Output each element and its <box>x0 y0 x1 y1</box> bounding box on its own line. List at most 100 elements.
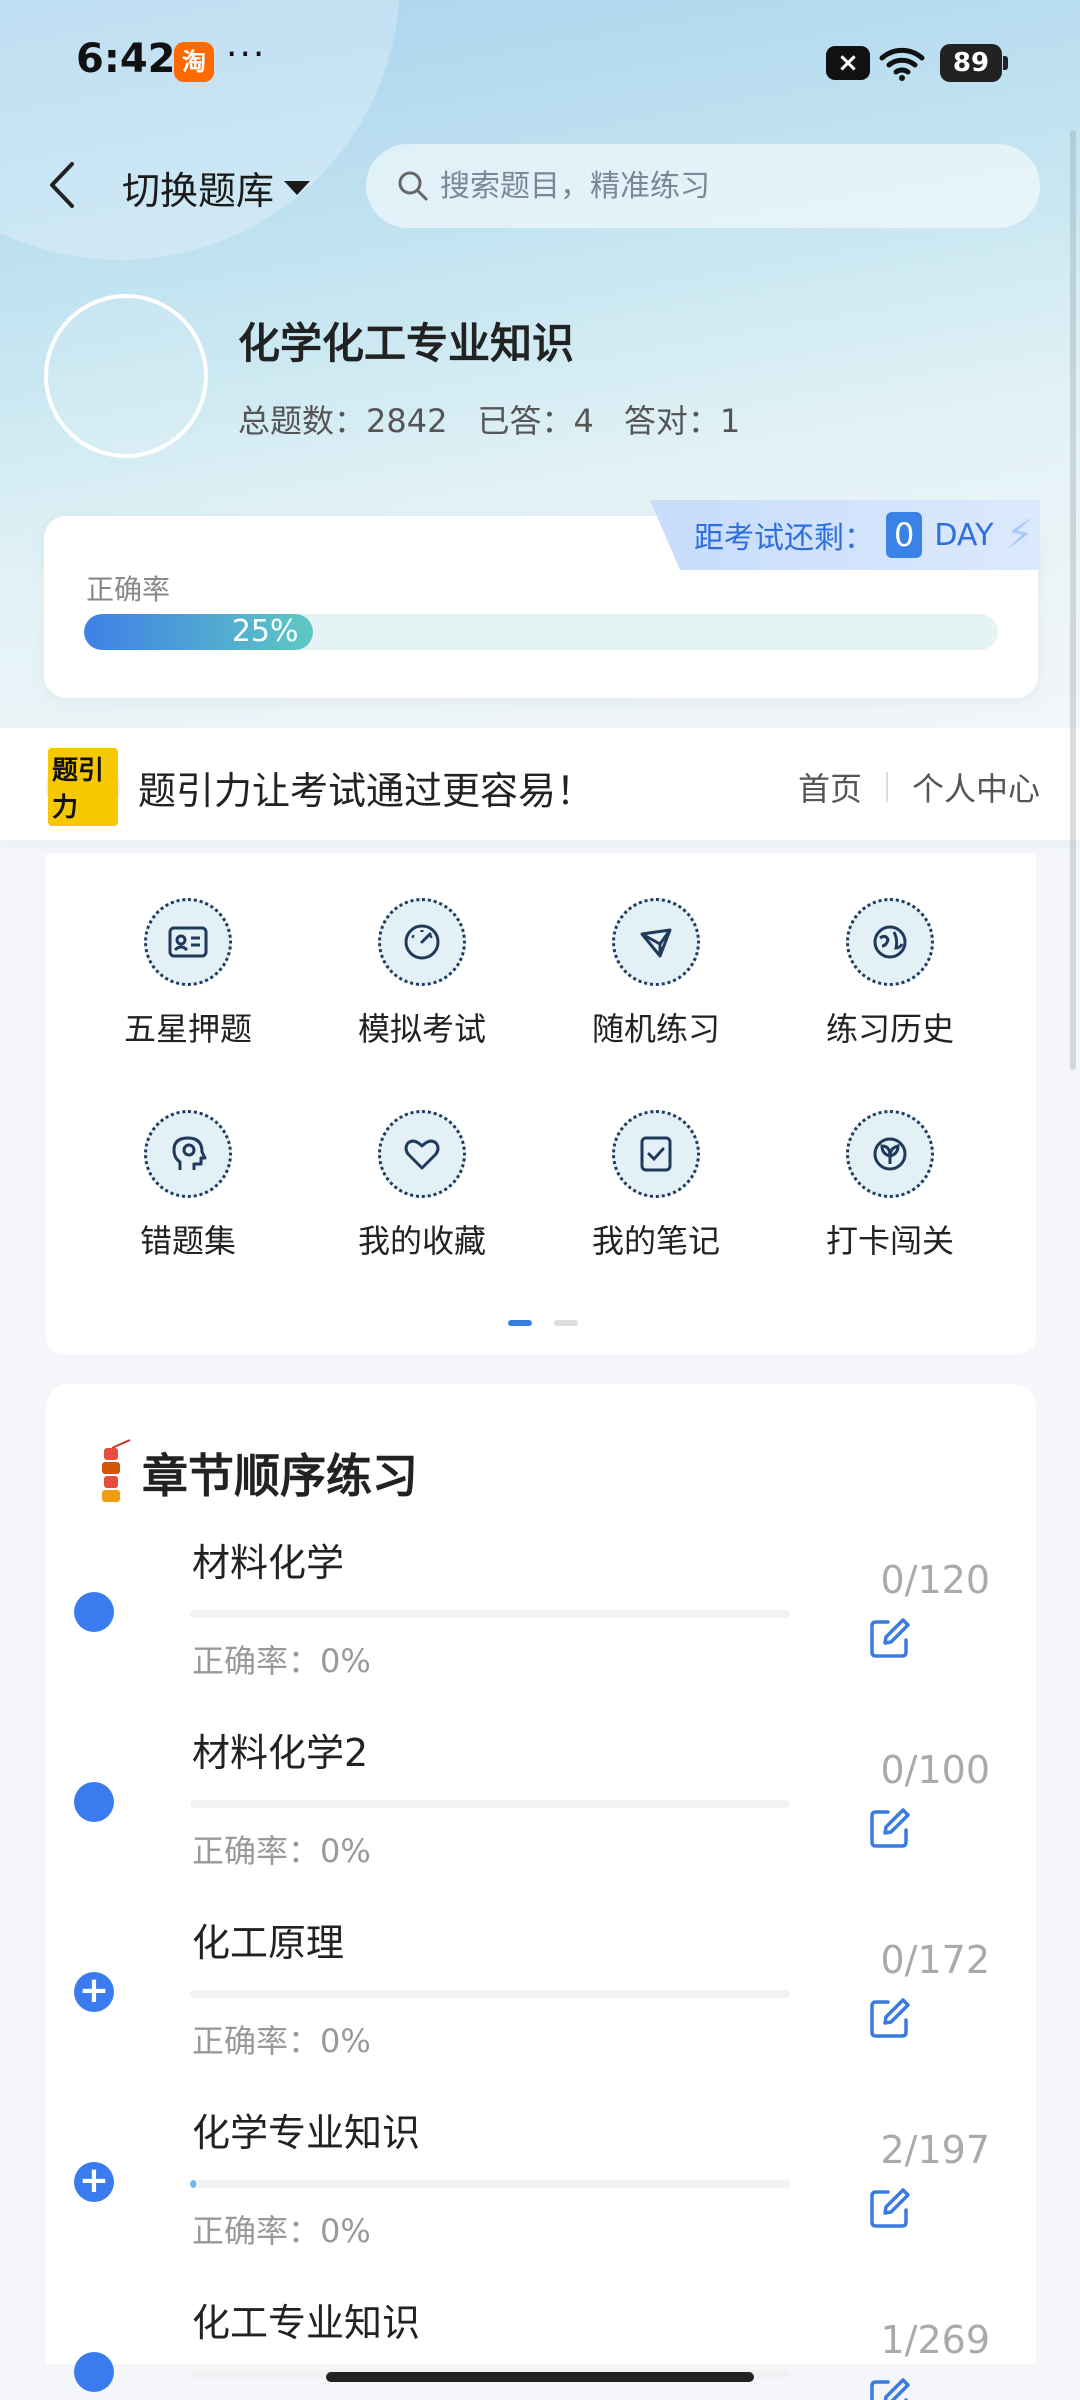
chapter-progress-fill <box>190 2180 196 2188</box>
switch-bank-dropdown[interactable]: 切换题库 <box>122 160 311 215</box>
menu-item[interactable]: 五星押题 <box>78 898 298 1050</box>
chapter-progress-bar <box>190 2180 790 2188</box>
menu-item-label: 错题集 <box>139 1222 236 1260</box>
switch-bank-label: 切换题库 <box>122 169 275 213</box>
menu-item[interactable]: 错题集 <box>78 1110 298 1262</box>
chapter-accuracy: 正确率：0% <box>192 2022 371 2060</box>
menu-item[interactable]: 我的笔记 <box>546 1110 766 1262</box>
taobao-icon: 淘 <box>174 42 214 82</box>
battery-indicator: 89 <box>940 44 1008 82</box>
avatar[interactable] <box>44 294 208 458</box>
menu-icon-badge <box>612 898 700 986</box>
accuracy-label: 正确率 <box>86 573 171 606</box>
chapter-accuracy: 正确率：0% <box>192 2212 371 2250</box>
heart-icon <box>404 1139 440 1170</box>
head-icon <box>172 1136 207 1170</box>
chapter-section-title: 章节顺序练习 <box>142 1449 418 1503</box>
menu-item-label: 随机练习 <box>591 1010 720 1048</box>
chapter-header: 章节顺序练习 <box>90 1436 418 1510</box>
menu-pager[interactable] <box>508 1320 578 1326</box>
countdown-label: 距考试还剩： <box>694 521 874 556</box>
chapter-status-dot <box>74 2352 114 2392</box>
menu-icon-badge <box>612 1110 700 1198</box>
menu-item-label: 我的收藏 <box>357 1222 486 1260</box>
chapter-accuracy: 正确率：0% <box>192 1832 371 1870</box>
chapter-name: 化学专业知识 <box>192 2111 421 2155</box>
nav-profile-link[interactable]: 个人中心 <box>912 764 1040 810</box>
chapter-count: 0/120 <box>880 1558 990 1602</box>
caret-down-icon <box>284 180 311 195</box>
countdown-days: 0 <box>886 512 923 558</box>
scrollbar[interactable] <box>1070 130 1076 1070</box>
edit-icon[interactable] <box>868 1806 912 1850</box>
correct-count: 答对：1 <box>623 402 741 440</box>
more-notifications-icon: ··· <box>226 34 267 75</box>
total-questions: 总题数：2842 <box>238 402 448 440</box>
brand-banner: 题引力 题引力让考试通过更容易！ 首页 个人中心 <box>0 728 1080 840</box>
network-icon <box>640 928 672 958</box>
status-bar: 6:42 淘 ··· × 89 <box>0 0 1080 120</box>
mute-icon: × <box>826 46 870 80</box>
menu-item[interactable]: 打卡闯关 <box>780 1110 1000 1262</box>
chapter-count: 1/269 <box>880 2318 990 2362</box>
edit-icon[interactable] <box>868 1616 912 1660</box>
chapter-status-dot: + <box>74 1972 114 2012</box>
lightning-icon: ⚡ <box>1005 512 1034 558</box>
accuracy-progress-bar: 25% <box>84 614 998 650</box>
menu-item-label: 五星押题 <box>123 1010 252 1048</box>
menu-icon-badge <box>144 898 232 986</box>
home-indicator[interactable] <box>326 2372 754 2382</box>
back-icon[interactable] <box>42 158 86 212</box>
chapter-name: 化工专业知识 <box>192 2301 421 2345</box>
chapter-status-dot: + <box>74 2162 114 2202</box>
clock: 6:42 <box>76 36 176 82</box>
menu-icon-badge <box>378 1110 466 1198</box>
nav-divider <box>885 772 888 802</box>
wifi-icon <box>879 47 925 81</box>
edit-icon[interactable] <box>868 2186 912 2230</box>
bank-title: 化学化工专业知识 <box>238 319 575 368</box>
nav-home-link[interactable]: 首页 <box>798 764 862 810</box>
chapter-status-dot <box>74 1782 114 1822</box>
gauge-icon <box>404 924 440 960</box>
answered-count: 已答：4 <box>477 402 594 440</box>
chapter-progress-bar <box>190 1990 790 1998</box>
menu-icon-badge <box>846 1110 934 1198</box>
menu-item[interactable]: 练习历史 <box>780 898 1000 1050</box>
bank-stats: 总题数：2842 已答：4 答对：1 <box>238 396 740 442</box>
menu-icon-badge <box>846 898 934 986</box>
pager-dot-active <box>508 1320 532 1326</box>
edit-icon[interactable] <box>868 1996 912 2040</box>
chapter-status-dot <box>74 1592 114 1632</box>
pager-dot <box>554 1320 578 1326</box>
id-card-icon <box>168 926 208 958</box>
leaf-icon <box>873 1137 907 1171</box>
search-icon <box>398 171 428 201</box>
chapter-count: 0/172 <box>880 1938 990 1982</box>
firecracker-icon <box>102 1439 131 1502</box>
menu-item-label: 模拟考试 <box>357 1010 486 1048</box>
brand-slogan: 题引力让考试通过更容易！ <box>138 769 595 813</box>
chapter-count: 0/100 <box>880 1748 990 1792</box>
menu-item-label: 我的笔记 <box>591 1222 720 1260</box>
brand-nav: 首页 个人中心 <box>798 764 1040 810</box>
menu-item[interactable]: 模拟考试 <box>312 898 532 1050</box>
menu-icon-badge <box>144 1110 232 1198</box>
chapter-count: 2/197 <box>880 2128 990 2172</box>
chapter-accuracy: 正确率：0% <box>192 1642 371 1680</box>
menu-item[interactable]: 随机练习 <box>546 898 766 1050</box>
menu-item[interactable]: 我的收藏 <box>312 1110 532 1262</box>
brand-logo: 题引力 <box>46 748 120 826</box>
menu-icon-badge <box>378 898 466 986</box>
menu-item-label: 打卡闯关 <box>825 1222 954 1260</box>
chapter-progress-bar <box>190 1610 790 1618</box>
note-check-icon <box>640 1136 672 1172</box>
search-input[interactable] <box>440 168 1000 204</box>
globe-icon <box>873 925 907 959</box>
chapter-progress-bar <box>190 1800 790 1808</box>
countdown-unit: DAY <box>934 517 994 553</box>
edit-icon[interactable] <box>868 2376 912 2400</box>
menu-item-label: 练习历史 <box>825 1010 954 1048</box>
exam-countdown-badge[interactable]: 距考试还剩： 0 DAY ⚡ <box>650 500 1040 570</box>
search-box[interactable] <box>366 144 1040 228</box>
